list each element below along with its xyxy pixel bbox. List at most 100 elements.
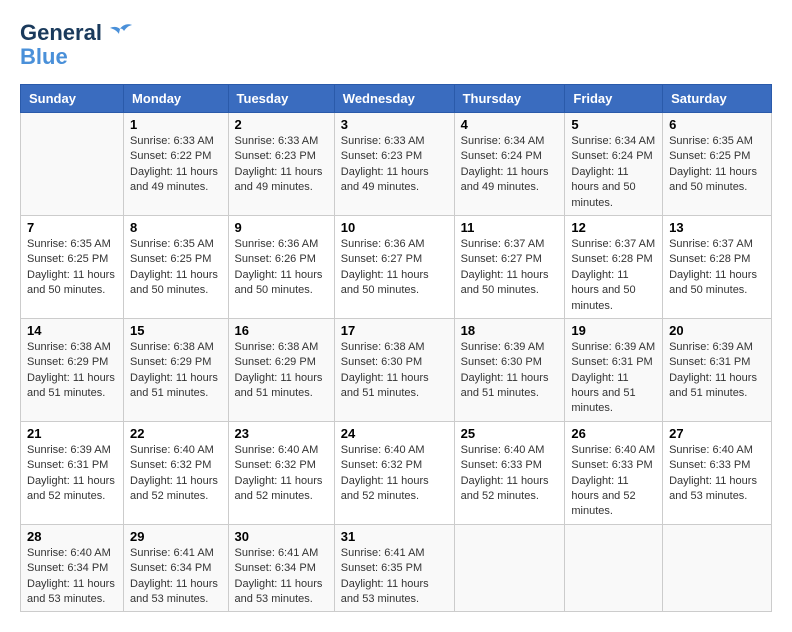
day-info: Sunrise: 6:39 AMSunset: 6:30 PMDaylight:… bbox=[461, 340, 559, 402]
day-info: Sunrise: 6:40 AMSunset: 6:32 PMDaylight:… bbox=[130, 443, 221, 505]
daylight-text: Daylight: 11 hours and 52 minutes. bbox=[341, 474, 448, 505]
sunset-text: Sunset: 6:31 PM bbox=[27, 458, 117, 473]
sunset-text: Sunset: 6:29 PM bbox=[130, 355, 221, 370]
day-number: 29 bbox=[130, 529, 221, 544]
sunset-text: Sunset: 6:25 PM bbox=[130, 252, 221, 267]
sunset-text: Sunset: 6:34 PM bbox=[130, 561, 221, 576]
sunrise-text: Sunrise: 6:35 AM bbox=[27, 237, 117, 252]
calendar-cell: 27Sunrise: 6:40 AMSunset: 6:33 PMDayligh… bbox=[663, 421, 772, 524]
calendar-cell bbox=[565, 524, 663, 612]
sunrise-text: Sunrise: 6:39 AM bbox=[461, 340, 559, 355]
header-friday: Friday bbox=[565, 85, 663, 113]
daylight-text: Daylight: 11 hours and 51 minutes. bbox=[669, 371, 765, 402]
sunset-text: Sunset: 6:30 PM bbox=[461, 355, 559, 370]
day-number: 3 bbox=[341, 117, 448, 132]
day-number: 24 bbox=[341, 426, 448, 441]
sunrise-text: Sunrise: 6:39 AM bbox=[669, 340, 765, 355]
daylight-text: Daylight: 11 hours and 49 minutes. bbox=[461, 165, 559, 196]
day-number: 6 bbox=[669, 117, 765, 132]
calendar-week-row: 1Sunrise: 6:33 AMSunset: 6:22 PMDaylight… bbox=[21, 113, 772, 216]
day-info: Sunrise: 6:38 AMSunset: 6:30 PMDaylight:… bbox=[341, 340, 448, 402]
sunset-text: Sunset: 6:34 PM bbox=[235, 561, 328, 576]
day-number: 25 bbox=[461, 426, 559, 441]
sunrise-text: Sunrise: 6:38 AM bbox=[27, 340, 117, 355]
day-number: 12 bbox=[571, 220, 656, 235]
sunset-text: Sunset: 6:24 PM bbox=[461, 149, 559, 164]
sunrise-text: Sunrise: 6:33 AM bbox=[130, 134, 221, 149]
sunrise-text: Sunrise: 6:40 AM bbox=[341, 443, 448, 458]
sunrise-text: Sunrise: 6:37 AM bbox=[669, 237, 765, 252]
logo: General Blue bbox=[20, 20, 134, 68]
day-number: 2 bbox=[235, 117, 328, 132]
calendar-cell: 5 Sunrise: 6:34 AMSunset: 6:24 PMDaylight… bbox=[565, 113, 663, 216]
sunset-text: Sunset: 6:28 PM bbox=[669, 252, 765, 267]
day-number: 26 bbox=[571, 426, 656, 441]
day-number: 17 bbox=[341, 323, 448, 338]
calendar-cell: 26Sunrise: 6:40 AMSunset: 6:33 PMDayligh… bbox=[565, 421, 663, 524]
daylight-text: Daylight: 11 hours and 50 minutes. bbox=[235, 268, 328, 299]
daylight-text: Daylight: 11 hours and 50 minutes. bbox=[669, 165, 765, 196]
calendar-cell: 29Sunrise: 6:41 AMSunset: 6:34 PMDayligh… bbox=[124, 524, 228, 612]
day-info: Sunrise: 6:35 AMSunset: 6:25 PMDaylight:… bbox=[669, 134, 765, 196]
sunrise-text: Sunrise: 6:39 AM bbox=[571, 340, 656, 355]
calendar-cell: 20 Sunrise: 6:39 AMSunset: 6:31 PMDayligh… bbox=[663, 318, 772, 421]
sunrise-text: Sunrise: 6:33 AM bbox=[341, 134, 448, 149]
sunrise-text: Sunrise: 6:37 AM bbox=[461, 237, 559, 252]
calendar-week-row: 7Sunrise: 6:35 AMSunset: 6:25 PMDaylight… bbox=[21, 215, 772, 318]
day-number: 10 bbox=[341, 220, 448, 235]
calendar-cell bbox=[663, 524, 772, 612]
day-info: Sunrise: 6:34 AMSunset: 6:24 PMDaylight:… bbox=[461, 134, 559, 196]
calendar-cell: 21Sunrise: 6:39 AMSunset: 6:31 PMDayligh… bbox=[21, 421, 124, 524]
sunset-text: Sunset: 6:32 PM bbox=[341, 458, 448, 473]
day-info: Sunrise: 6:38 AMSunset: 6:29 PMDaylight:… bbox=[235, 340, 328, 402]
sunrise-text: Sunrise: 6:35 AM bbox=[130, 237, 221, 252]
sunrise-text: Sunrise: 6:34 AM bbox=[571, 134, 656, 149]
calendar-cell: 15Sunrise: 6:38 AMSunset: 6:29 PMDayligh… bbox=[124, 318, 228, 421]
sunset-text: Sunset: 6:31 PM bbox=[669, 355, 765, 370]
sunset-text: Sunset: 6:29 PM bbox=[235, 355, 328, 370]
day-number: 31 bbox=[341, 529, 448, 544]
calendar-cell: 24 Sunrise: 6:40 AMSunset: 6:32 PMDayligh… bbox=[334, 421, 454, 524]
calendar-cell: 7Sunrise: 6:35 AMSunset: 6:25 PMDaylight… bbox=[21, 215, 124, 318]
calendar-cell: 31Sunrise: 6:41 AMSunset: 6:35 PMDayligh… bbox=[334, 524, 454, 612]
day-info: Sunrise: 6:40 AMSunset: 6:34 PMDaylight:… bbox=[27, 546, 117, 608]
day-info: Sunrise: 6:33 AMSunset: 6:23 PMDaylight:… bbox=[341, 134, 448, 196]
logo-bird-icon bbox=[106, 21, 134, 45]
sunrise-text: Sunrise: 6:34 AM bbox=[461, 134, 559, 149]
daylight-text: Daylight: 11 hours and 51 minutes. bbox=[27, 371, 117, 402]
day-info: Sunrise: 6:38 AMSunset: 6:29 PMDaylight:… bbox=[130, 340, 221, 402]
daylight-text: Daylight: 11 hours and 52 minutes. bbox=[235, 474, 328, 505]
sunset-text: Sunset: 6:22 PM bbox=[130, 149, 221, 164]
calendar-cell: 6 Sunrise: 6:35 AMSunset: 6:25 PMDaylight… bbox=[663, 113, 772, 216]
logo-blue: Blue bbox=[20, 46, 134, 68]
daylight-text: Daylight: 11 hours and 53 minutes. bbox=[27, 577, 117, 608]
day-number: 22 bbox=[130, 426, 221, 441]
page-header: General Blue bbox=[20, 20, 772, 68]
sunset-text: Sunset: 6:33 PM bbox=[669, 458, 765, 473]
calendar-cell: 2Sunrise: 6:33 AMSunset: 6:23 PMDaylight… bbox=[228, 113, 334, 216]
sunrise-text: Sunrise: 6:40 AM bbox=[669, 443, 765, 458]
header-sunday: Sunday bbox=[21, 85, 124, 113]
sunrise-text: Sunrise: 6:40 AM bbox=[235, 443, 328, 458]
sunset-text: Sunset: 6:34 PM bbox=[27, 561, 117, 576]
daylight-text: Daylight: 11 hours and 51 minutes. bbox=[341, 371, 448, 402]
day-info: Sunrise: 6:33 AMSunset: 6:22 PMDaylight:… bbox=[130, 134, 221, 196]
day-info: Sunrise: 6:39 AMSunset: 6:31 PMDaylight:… bbox=[571, 340, 656, 417]
calendar-cell: 17 Sunrise: 6:38 AMSunset: 6:30 PMDayligh… bbox=[334, 318, 454, 421]
daylight-text: Daylight: 11 hours and 50 minutes. bbox=[27, 268, 117, 299]
calendar-cell: 14Sunrise: 6:38 AMSunset: 6:29 PMDayligh… bbox=[21, 318, 124, 421]
day-number: 20 bbox=[669, 323, 765, 338]
day-number: 16 bbox=[235, 323, 328, 338]
sunset-text: Sunset: 6:23 PM bbox=[235, 149, 328, 164]
day-info: Sunrise: 6:35 AMSunset: 6:25 PMDaylight:… bbox=[130, 237, 221, 299]
day-info: Sunrise: 6:34 AMSunset: 6:24 PMDaylight:… bbox=[571, 134, 656, 211]
daylight-text: Daylight: 11 hours and 53 minutes. bbox=[669, 474, 765, 505]
sunrise-text: Sunrise: 6:38 AM bbox=[235, 340, 328, 355]
sunset-text: Sunset: 6:33 PM bbox=[461, 458, 559, 473]
daylight-text: Daylight: 11 hours and 50 minutes. bbox=[341, 268, 448, 299]
header-tuesday: Tuesday bbox=[228, 85, 334, 113]
sunrise-text: Sunrise: 6:36 AM bbox=[235, 237, 328, 252]
day-number: 5 bbox=[571, 117, 656, 132]
calendar-cell: 3 Sunrise: 6:33 AMSunset: 6:23 PMDaylight… bbox=[334, 113, 454, 216]
day-number: 30 bbox=[235, 529, 328, 544]
